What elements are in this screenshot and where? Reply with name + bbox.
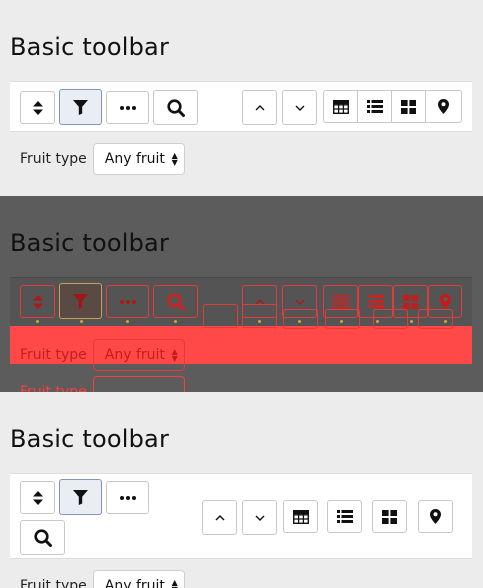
fruit-type-row-wrapped: Fruit type xyxy=(20,376,185,392)
ellipsis-icon xyxy=(119,299,136,304)
grid-view-button[interactable] xyxy=(391,90,426,123)
page: Basic toolbar Fruit type Any fruit ▲ ▼ B… xyxy=(0,0,483,588)
fruit-select-value: Any fruit xyxy=(104,151,165,167)
fruit-type-label: Fruit type xyxy=(20,578,87,588)
sort-button[interactable] xyxy=(20,91,55,124)
grid-icon xyxy=(401,99,416,114)
map-marker-icon xyxy=(439,294,451,309)
toolbar xyxy=(10,473,472,559)
overlay-marker xyxy=(340,320,343,323)
overlay-marker xyxy=(174,320,177,323)
search-button[interactable] xyxy=(153,285,198,318)
fruit-type-select[interactable]: Any fruit ▲▼ xyxy=(92,570,185,588)
chevron-down-icon xyxy=(295,105,305,111)
grid-icon xyxy=(382,509,397,524)
sort-icon xyxy=(32,490,43,505)
section-title: Basic toolbar xyxy=(10,425,170,453)
list-icon xyxy=(366,100,383,113)
sort-icon xyxy=(32,294,43,309)
chevron-up-icon xyxy=(255,104,265,111)
fruit-type-select-ghost xyxy=(92,376,185,392)
more-button[interactable] xyxy=(106,481,149,514)
select-arrows-icon: ▲▼ xyxy=(171,151,178,167)
table-view-button[interactable] xyxy=(323,90,358,123)
chevron-down-icon xyxy=(295,299,305,305)
map-marker-icon xyxy=(430,509,441,524)
overlay-marker xyxy=(376,320,379,323)
basic-toolbar-panel-1: Basic toolbar Fruit type Any fruit ▲ ▼ xyxy=(0,0,483,196)
more-button[interactable] xyxy=(106,91,149,124)
fruit-type-select[interactable]: Any fruit ▲▼ xyxy=(92,143,185,175)
map-view-button[interactable] xyxy=(425,90,462,123)
list-view-button[interactable] xyxy=(357,90,392,123)
ghost-down-button-wrapped xyxy=(242,304,277,328)
table-icon xyxy=(332,99,349,114)
sort-button[interactable] xyxy=(20,285,55,318)
filter-icon xyxy=(73,293,88,309)
ellipsis-icon xyxy=(119,105,136,110)
overlay-marker xyxy=(298,320,301,323)
fruit-type-row: Fruit type Any fruit ▲▼ xyxy=(20,339,185,371)
table-icon xyxy=(292,509,309,524)
fruit-type-row: Fruit type Any fruit ▲▼ xyxy=(20,143,185,175)
section-title: Basic toolbar xyxy=(10,229,170,257)
fruit-type-label: Fruit type xyxy=(20,384,87,392)
overlay-marker xyxy=(126,320,129,323)
filter-button[interactable] xyxy=(59,89,102,125)
basic-toolbar-panel-overlay: Basic toolbar Fruit type Any fruit ▲ ▼ F… xyxy=(0,196,483,392)
select-arrows-icon: ▲▼ xyxy=(171,578,178,588)
fruit-type-label: Fruit type xyxy=(20,151,87,167)
move-down-button[interactable] xyxy=(282,90,317,125)
table-icon xyxy=(332,294,349,309)
search-icon xyxy=(166,98,185,117)
fruit-select-value: Any fruit xyxy=(104,347,165,363)
more-button[interactable] xyxy=(106,285,149,318)
search-icon xyxy=(166,292,185,311)
fruit-select-value: Any fruit xyxy=(104,578,165,588)
ghost-up-button-wrapped xyxy=(203,304,238,328)
basic-toolbar-panel-wrapped: Basic toolbar Fruit type Any fruit ▲ xyxy=(0,392,483,588)
filter-icon xyxy=(73,99,88,115)
grid-view-button[interactable] xyxy=(372,500,407,533)
overlay-marker xyxy=(36,320,39,323)
ellipsis-icon xyxy=(119,495,136,500)
overlay-marker xyxy=(80,320,83,323)
search-icon xyxy=(33,528,52,547)
chevron-down-icon xyxy=(255,515,265,521)
map-view-button[interactable] xyxy=(418,500,453,533)
fruit-type-label: Fruit type xyxy=(20,347,87,363)
move-up-button[interactable] xyxy=(242,90,277,125)
move-up-button[interactable] xyxy=(202,500,237,535)
chevron-up-icon xyxy=(215,514,225,521)
search-button[interactable] xyxy=(153,90,198,125)
fruit-type-select[interactable]: Any fruit ▲▼ xyxy=(92,339,185,371)
filter-button[interactable] xyxy=(59,479,102,515)
table-view-button[interactable] xyxy=(283,500,318,533)
toolbar xyxy=(10,81,472,132)
overlay-marker xyxy=(444,320,447,323)
ghost-table-button-wrapped xyxy=(283,309,318,329)
grid-icon xyxy=(403,294,418,309)
fruit-type-row: Fruit type Any fruit ▲▼ xyxy=(20,570,185,588)
section-title: Basic toolbar xyxy=(10,33,170,61)
search-button[interactable] xyxy=(20,520,65,555)
map-marker-icon xyxy=(438,99,449,114)
ghost-list-button-wrapped xyxy=(325,309,360,329)
list-icon xyxy=(367,295,384,308)
filter-button[interactable] xyxy=(59,283,102,319)
ghost-grid-button-wrapped xyxy=(373,309,408,329)
sort-icon xyxy=(32,100,43,115)
overlay-marker xyxy=(258,320,261,323)
select-arrows-icon: ▲▼ xyxy=(171,347,178,363)
filter-icon xyxy=(73,489,88,505)
move-down-button[interactable] xyxy=(242,500,277,535)
sort-button[interactable] xyxy=(20,481,55,514)
list-view-button[interactable] xyxy=(327,500,362,533)
ghost-map-button-wrapped xyxy=(418,309,453,329)
list-icon xyxy=(336,510,353,523)
overlay-marker xyxy=(410,320,413,323)
